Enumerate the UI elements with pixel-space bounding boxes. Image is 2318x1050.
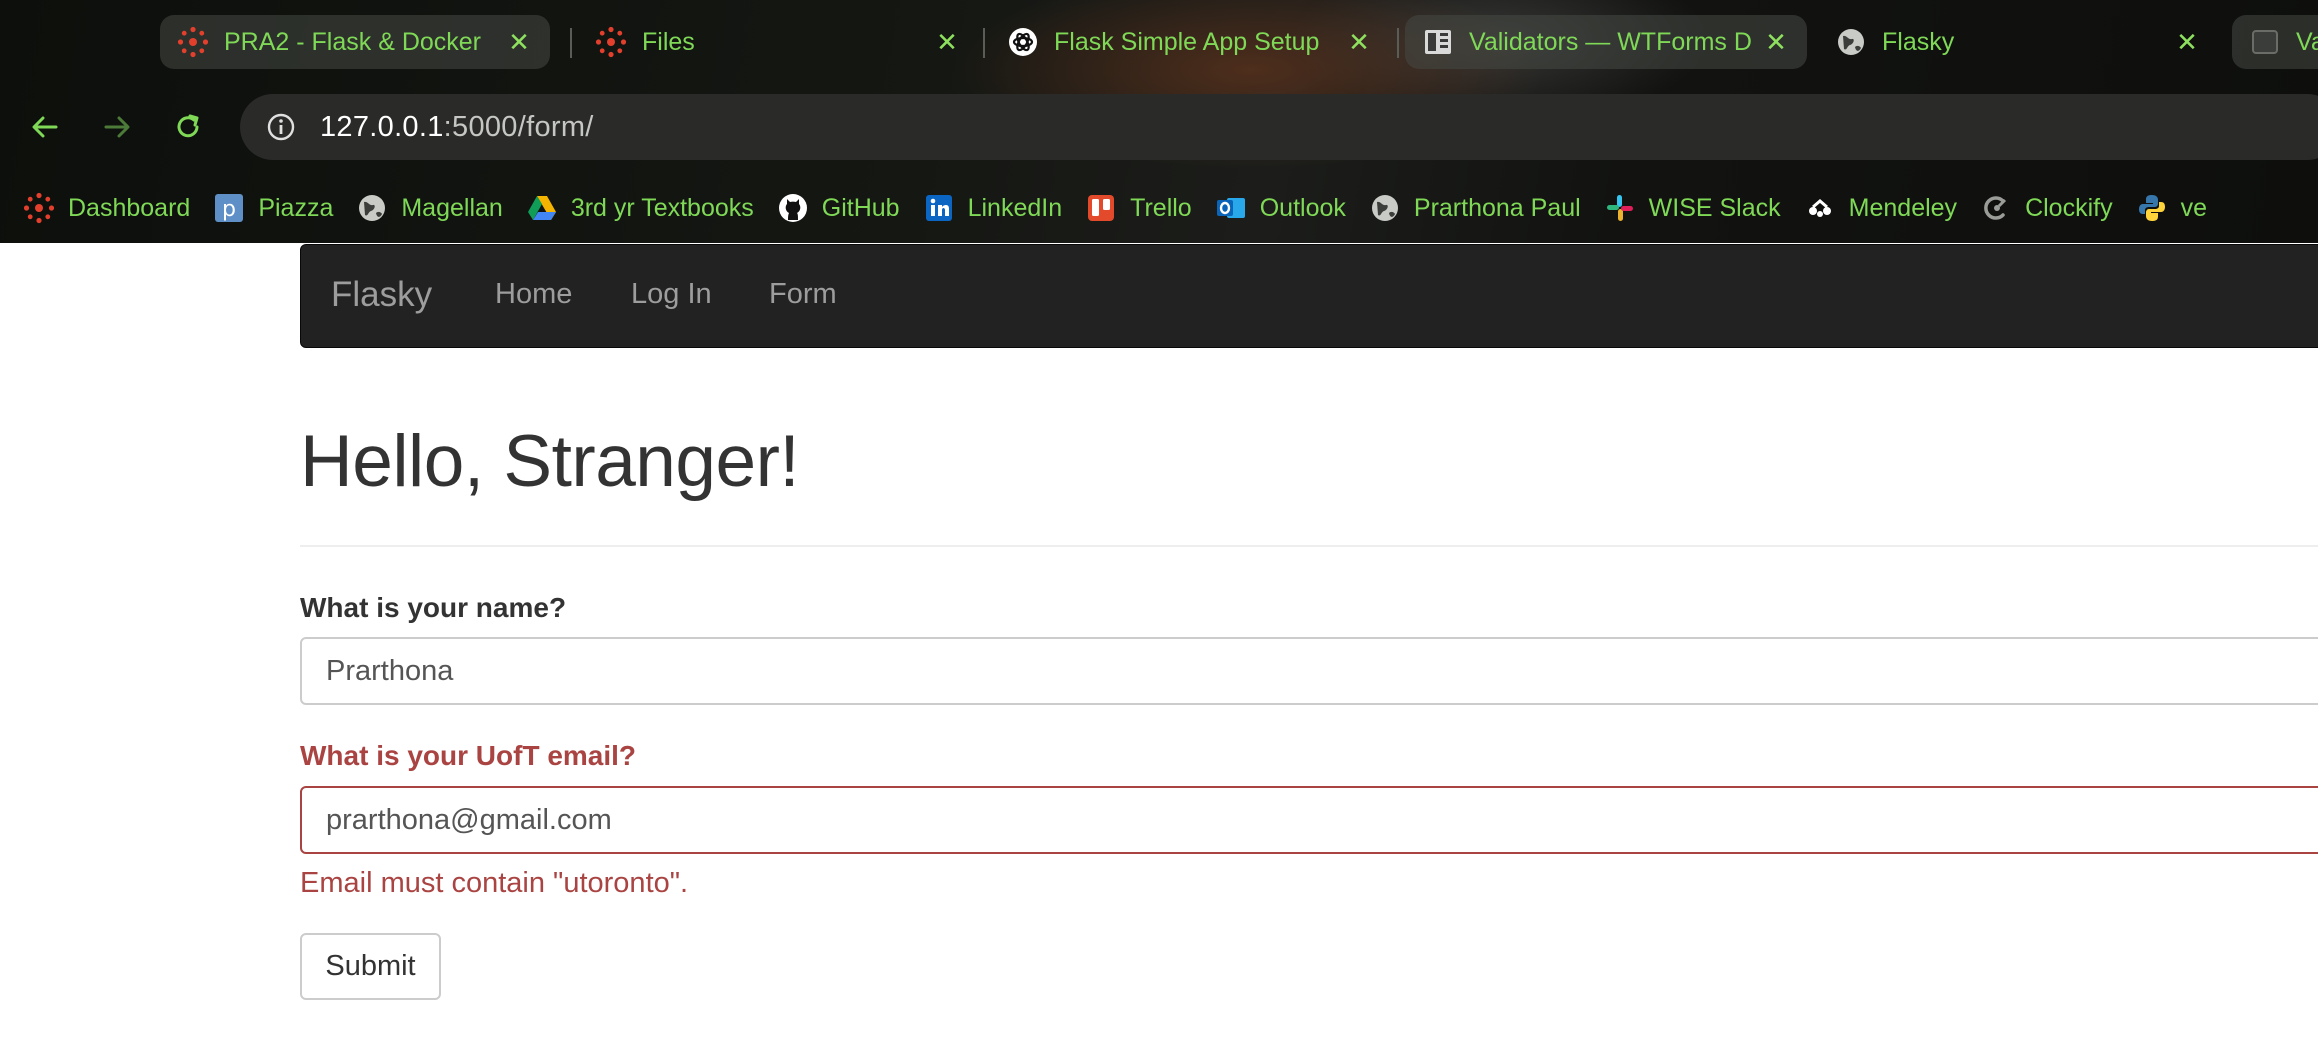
browser-toolbar: 127.0.0.1:5000/form/ bbox=[0, 92, 2318, 162]
tab-title: Files bbox=[642, 27, 695, 56]
bookmark-trello[interactable]: Trello bbox=[1084, 191, 1192, 225]
tab-pra2[interactable]: PRA2 - Flask & Docker ✕ bbox=[160, 15, 550, 69]
reload-button[interactable] bbox=[165, 104, 211, 150]
forward-button[interactable] bbox=[94, 104, 140, 150]
piazza-icon: p bbox=[212, 191, 246, 225]
bookmark-mendeley[interactable]: Mendeley bbox=[1803, 191, 1957, 225]
tab-flask-simple-app[interactable]: Flask Simple App Setup ✕ bbox=[990, 15, 1390, 69]
bookmark-label: LinkedIn bbox=[967, 193, 1063, 222]
bookmark-dashboard[interactable]: Dashboard bbox=[22, 191, 190, 225]
navbar-brand[interactable]: Flasky bbox=[331, 275, 432, 315]
bookmark-label: GitHub bbox=[821, 193, 900, 222]
bookmark-piazza[interactable]: p Piazza bbox=[212, 191, 333, 225]
globe-icon bbox=[355, 191, 389, 225]
name-label: What is your name? bbox=[300, 592, 567, 623]
tab-title: Validators — WTForms D bbox=[1469, 27, 1752, 56]
docs-icon bbox=[1421, 25, 1455, 59]
outlook-icon bbox=[1214, 191, 1248, 225]
close-icon[interactable]: ✕ bbox=[930, 25, 964, 59]
submit-button[interactable]: Submit bbox=[300, 933, 441, 1000]
bookmark-label: Trello bbox=[1130, 193, 1192, 222]
browser-chrome: PRA2 - Flask & Docker ✕ Files ✕ Flask Si… bbox=[0, 0, 2318, 243]
google-drive-icon bbox=[525, 191, 559, 225]
bookmark-textbooks[interactable]: 3rd yr Textbooks bbox=[525, 191, 754, 225]
bookmarks-bar: Dashboard p Piazza Magellan 3rd yr Textb… bbox=[0, 178, 2207, 238]
tab-separator bbox=[983, 28, 985, 58]
email-label: What is your UofT email? bbox=[300, 740, 637, 771]
email-error-message: Email must contain "utoronto". bbox=[300, 867, 689, 899]
bookmark-label: Dashboard bbox=[68, 193, 191, 222]
github-icon bbox=[776, 191, 810, 225]
bookmark-label: Mendeley bbox=[1848, 193, 1958, 222]
slack-icon bbox=[1603, 191, 1637, 225]
bookmark-label: Clockify bbox=[2025, 193, 2113, 222]
globe-icon bbox=[1834, 25, 1868, 59]
bookmark-label: Prarthona Paul bbox=[1413, 193, 1581, 222]
nav-link-home[interactable]: Home bbox=[495, 278, 572, 311]
close-icon[interactable]: ✕ bbox=[2170, 25, 2204, 59]
app-navbar: Flasky Home Log In Form bbox=[300, 244, 2318, 348]
tab-flasky[interactable]: Flasky ✕ bbox=[1818, 15, 2218, 69]
close-icon[interactable]: ✕ bbox=[502, 25, 536, 59]
address-bar[interactable]: 127.0.0.1:5000/form/ bbox=[240, 94, 2318, 160]
tab-separator bbox=[570, 28, 572, 58]
tab-title: Flasky bbox=[1882, 27, 1955, 56]
url-host: 127.0.0.1 bbox=[320, 110, 444, 143]
nav-link-form[interactable]: Form bbox=[769, 278, 837, 311]
bookmark-prarthona-paul[interactable]: Prarthona Paul bbox=[1368, 191, 1581, 225]
page-icon bbox=[2248, 25, 2282, 59]
canvas-icon bbox=[22, 191, 56, 225]
url-path: :5000/form/ bbox=[443, 110, 594, 143]
globe-icon bbox=[1368, 191, 1402, 225]
url-text: 127.0.0.1:5000/form/ bbox=[320, 111, 594, 144]
canvas-icon bbox=[176, 25, 210, 59]
close-icon[interactable]: ✕ bbox=[1342, 25, 1376, 59]
bookmark-label: WISE Slack bbox=[1648, 193, 1781, 222]
tab-validators[interactable]: Validators — WTForms D ✕ bbox=[1405, 15, 1807, 69]
linkedin-icon bbox=[922, 191, 956, 225]
header-divider bbox=[300, 545, 2318, 547]
tab-title: Va bbox=[2296, 27, 2318, 56]
back-button[interactable] bbox=[22, 104, 68, 150]
tab-separator bbox=[1397, 28, 1399, 58]
bookmark-label: 3rd yr Textbooks bbox=[570, 193, 754, 222]
nav-link-login[interactable]: Log In bbox=[631, 278, 712, 311]
tab-title: Flask Simple App Setup bbox=[1054, 27, 1320, 56]
bookmark-label: Outlook bbox=[1259, 193, 1346, 222]
svg-text:p: p bbox=[222, 197, 236, 222]
site-info-icon[interactable] bbox=[258, 104, 304, 150]
trello-icon bbox=[1084, 191, 1118, 225]
mendeley-icon bbox=[1803, 191, 1837, 225]
bookmark-label: ve bbox=[2180, 193, 2207, 222]
bookmark-magellan[interactable]: Magellan bbox=[355, 191, 503, 225]
bookmark-label: Piazza bbox=[258, 193, 334, 222]
bookmark-python[interactable]: ve bbox=[2135, 191, 2207, 225]
canvas-icon bbox=[594, 25, 628, 59]
tab-partial[interactable]: Va bbox=[2232, 15, 2318, 69]
bookmark-outlook[interactable]: Outlook bbox=[1214, 191, 1346, 225]
clockify-icon bbox=[1979, 191, 2013, 225]
page-title: Hello, Stranger! bbox=[300, 421, 800, 502]
name-input[interactable]: Prarthona bbox=[300, 637, 2318, 705]
tab-files[interactable]: Files ✕ bbox=[578, 15, 978, 69]
bookmark-linkedin[interactable]: LinkedIn bbox=[922, 191, 1063, 225]
bookmark-wise-slack[interactable]: WISE Slack bbox=[1603, 191, 1781, 225]
python-icon bbox=[2135, 191, 2169, 225]
close-icon[interactable]: ✕ bbox=[1759, 25, 1793, 59]
bookmark-label: Magellan bbox=[401, 193, 503, 222]
bookmark-github[interactable]: GitHub bbox=[776, 191, 900, 225]
email-input[interactable]: prarthona@gmail.com bbox=[300, 786, 2318, 854]
openai-icon bbox=[1006, 25, 1040, 59]
bookmark-clockify[interactable]: Clockify bbox=[1979, 191, 2113, 225]
